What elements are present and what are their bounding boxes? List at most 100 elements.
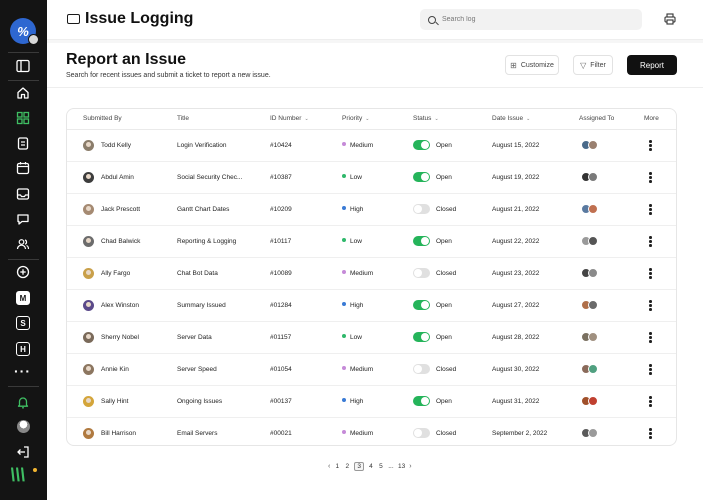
date-issue: August 28, 2022 <box>492 334 540 341</box>
table-row[interactable]: Abdul Amin Social Security Chec... #10387 L… <box>67 162 676 194</box>
priority-dot <box>342 238 346 243</box>
assignee-avatar[interactable] <box>588 140 598 150</box>
sidebar-divider <box>8 259 39 260</box>
more-options-icon[interactable] <box>649 396 652 408</box>
workspace-s-icon[interactable]: S <box>16 316 30 330</box>
assignee-avatar[interactable] <box>588 396 598 406</box>
status-toggle[interactable] <box>413 172 430 182</box>
column-priority[interactable]: Priority ⌄ <box>342 115 369 122</box>
table-row[interactable]: Sally Hint Ongoing Issues #00137 High Open Au… <box>67 386 676 418</box>
id-number: #01054 <box>270 366 292 373</box>
issue-title: Summary Issued <box>177 302 226 309</box>
assignee-avatar[interactable] <box>588 204 598 214</box>
user-avatar[interactable] <box>17 420 30 433</box>
priority: Medium <box>342 270 373 277</box>
search-bar[interactable] <box>420 9 642 30</box>
clipboard-icon[interactable] <box>14 134 32 152</box>
status-label: Closed <box>436 430 457 437</box>
submitter-avatar <box>83 332 94 343</box>
logout-icon[interactable] <box>14 443 32 461</box>
column-date-issue[interactable]: Date Issue ⌄ <box>492 115 530 122</box>
workspace-m-icon[interactable]: M <box>16 291 30 305</box>
chevron-down-icon: ⌄ <box>434 116 439 122</box>
issue-title: Social Security Chec... <box>177 174 243 181</box>
sidebar-toggle-icon[interactable] <box>14 57 32 75</box>
status-toggle[interactable] <box>413 364 430 374</box>
status-toggle[interactable] <box>413 300 430 310</box>
page-number[interactable]: 1 <box>334 463 340 470</box>
priority: Medium <box>342 142 373 149</box>
table-row[interactable]: Alex Winston Summary Issued #01284 High Open… <box>67 290 676 322</box>
page-number[interactable]: 3 <box>354 462 364 471</box>
status-toggle[interactable] <box>413 428 430 438</box>
filter-button[interactable]: ▽ Filter <box>573 55 613 75</box>
calendar-icon[interactable] <box>14 159 32 177</box>
status-label: Closed <box>436 366 457 373</box>
table-row[interactable]: Annie Kin Server Speed #01054 Medium Closed A… <box>67 354 676 386</box>
inbox-icon[interactable] <box>14 185 32 203</box>
more-options-icon[interactable] <box>649 364 652 376</box>
assignee-avatar[interactable] <box>588 332 598 342</box>
submitter-avatar <box>83 172 94 183</box>
page-subtitle: Search for recent issues and submit a ti… <box>66 72 271 79</box>
priority-dot <box>342 430 346 435</box>
more-options-icon[interactable] <box>649 428 652 440</box>
submitter-avatar <box>83 396 94 407</box>
customize-button[interactable]: ⊞ Customize <box>505 55 559 75</box>
date-issue: August 27, 2022 <box>492 302 540 309</box>
more-options-icon[interactable] <box>649 140 652 152</box>
more-options-icon[interactable] <box>649 236 652 248</box>
more-workspaces-icon[interactable]: ··· <box>14 364 31 378</box>
status-toggle[interactable] <box>413 396 430 406</box>
status-toggle[interactable] <box>413 268 430 278</box>
assignee-avatar[interactable] <box>588 236 598 246</box>
app-title: Issue Logging <box>85 10 194 27</box>
more-options-icon[interactable] <box>649 300 652 312</box>
column-id-number[interactable]: ID Number ⌄ <box>270 115 309 122</box>
priority-dot <box>342 206 346 211</box>
more-options-icon[interactable] <box>649 332 652 344</box>
assignee-avatar[interactable] <box>588 268 598 278</box>
table-row[interactable]: Ally Fargo Chat Bot Data #10089 Medium Close… <box>67 258 676 290</box>
page-number[interactable]: 13 <box>398 463 405 470</box>
priority-dot <box>342 366 346 371</box>
chat-icon[interactable] <box>14 210 32 228</box>
assignee-avatar[interactable] <box>588 428 598 438</box>
search-input[interactable] <box>442 16 622 23</box>
page-number[interactable]: 2 <box>344 463 350 470</box>
more-options-icon[interactable] <box>649 268 652 280</box>
column-status[interactable]: Status ⌄ <box>413 115 439 122</box>
status-toggle[interactable] <box>413 140 430 150</box>
table-row[interactable]: Bill Harrison Email Servers #00021 Medium Cl… <box>67 418 676 445</box>
assignee-avatar[interactable] <box>588 172 598 182</box>
priority-dot <box>342 334 346 339</box>
printer-icon[interactable] <box>664 13 676 25</box>
status-toggle[interactable] <box>413 236 430 246</box>
page-number[interactable]: 5 <box>378 463 384 470</box>
table-row[interactable]: Todd Kelly Login Verification #10424 Medium… <box>67 130 676 162</box>
page-number[interactable]: 4 <box>368 463 374 470</box>
status-toggle[interactable] <box>413 332 430 342</box>
assignee-avatar[interactable] <box>588 300 598 310</box>
id-number: #00137 <box>270 398 292 405</box>
submitted-by: Jack Prescott <box>101 206 141 213</box>
workspace-h-icon[interactable]: H <box>16 342 30 356</box>
table-row[interactable]: Sherry Nobel Server Data #01157 Low Open Augu… <box>67 322 676 354</box>
add-icon[interactable] <box>14 263 32 281</box>
next-page-button[interactable]: › <box>409 463 411 470</box>
customize-label: Customize <box>520 61 554 69</box>
more-options-icon[interactable] <box>649 172 652 184</box>
status-label: Open <box>436 302 452 309</box>
status-toggle[interactable] <box>413 204 430 214</box>
home-icon[interactable] <box>14 84 32 102</box>
table-row[interactable]: Chad Balwick Reporting & Logging #10117 Low… <box>67 226 676 258</box>
dashboard-icon[interactable] <box>14 109 32 127</box>
more-options-icon[interactable] <box>649 204 652 216</box>
report-button[interactable]: Report <box>627 55 677 75</box>
notification-bell-icon[interactable] <box>14 393 32 411</box>
users-icon[interactable] <box>14 235 32 253</box>
table-row[interactable]: Jack Prescott Gantt Chart Dates #10209 High… <box>67 194 676 226</box>
assignee-avatar[interactable] <box>588 364 598 374</box>
id-number: #10424 <box>270 142 292 149</box>
prev-page-button[interactable]: ‹ <box>328 463 330 470</box>
